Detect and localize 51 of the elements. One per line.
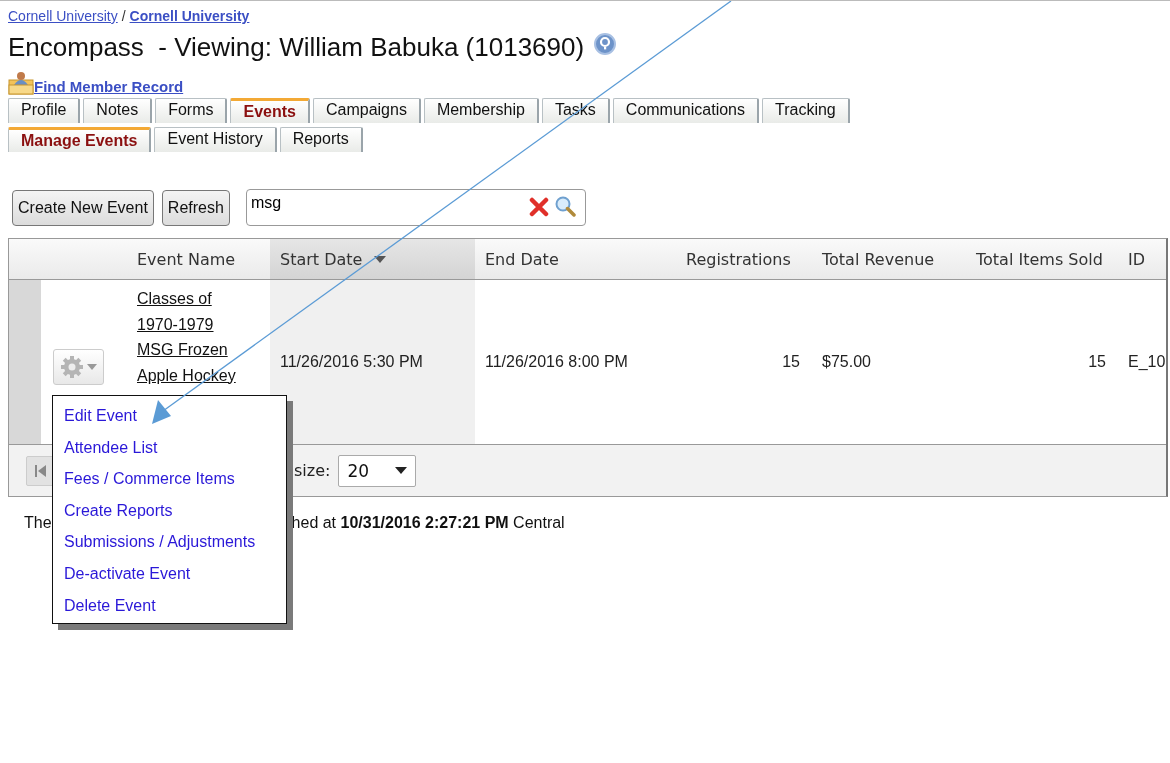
tab[interactable]: Forms (155, 98, 228, 123)
tab[interactable]: Profile (8, 98, 81, 123)
footer-note: hed at 10/31/2016 2:27:21 PM Central (291, 514, 565, 532)
menu-item[interactable]: Attendee List (64, 435, 286, 460)
column-header[interactable]: Registrations (686, 249, 791, 269)
folder-person-icon (8, 71, 34, 95)
breadcrumb-separator: / (121, 8, 126, 24)
menu-item[interactable]: Fees / Commerce Items (64, 467, 286, 491)
tab[interactable]: Campaigns (312, 98, 421, 123)
tab[interactable]: Tracking (762, 98, 850, 123)
menu-item[interactable]: Submissions / Adjustments (64, 530, 286, 554)
subtab[interactable]: Manage Events (8, 127, 152, 152)
column-header[interactable]: Event Name (137, 249, 236, 269)
table-cell: 15 (782, 353, 800, 371)
table-cell: E_10 (1128, 353, 1166, 371)
menu-item[interactable]: De-activate Event (64, 561, 286, 586)
page-title: Encompass - Viewing: William Babuka (1013690) (8, 32, 585, 63)
tab[interactable]: Events (230, 98, 310, 123)
toolbar-button[interactable]: Refresh (161, 189, 230, 226)
table-cell: 15 (1088, 353, 1106, 371)
breadcrumb-link[interactable]: Cornell University (129, 8, 250, 24)
subtab[interactable]: Event History (154, 127, 277, 152)
column-header[interactable]: Total Revenue (822, 249, 935, 269)
menu-item[interactable]: Edit Event (64, 404, 286, 428)
search-icon[interactable] (553, 195, 576, 217)
table-cell: $75.00 (822, 353, 871, 371)
toolbar-button[interactable]: Create New Event (12, 189, 154, 226)
subtab[interactable]: Reports (279, 127, 363, 152)
page-size-label: size: (294, 461, 331, 480)
menu-item[interactable]: Create Reports (64, 498, 286, 523)
column-header[interactable]: End Date (485, 249, 559, 269)
table-cell: 11/26/2016 5:30 PM (280, 353, 423, 371)
first-page-icon (34, 462, 48, 479)
gear-menu-button[interactable] (53, 349, 104, 385)
page-size-dropdown[interactable]: 20 (338, 454, 417, 487)
caret-icon (395, 467, 408, 474)
find-member-link[interactable]: Find Member Record (34, 78, 184, 95)
table-cell: 11/26/2016 8:00 PM (485, 353, 628, 371)
tab[interactable]: Communications (612, 98, 759, 123)
tab[interactable]: Membership (423, 98, 539, 123)
tab[interactable]: Notes (83, 98, 153, 123)
clear-icon[interactable] (528, 197, 549, 217)
sort-caret-icon[interactable] (374, 255, 387, 263)
help-icon[interactable] (594, 32, 617, 55)
caret-icon (87, 364, 97, 370)
column-header[interactable]: ID (1128, 249, 1146, 269)
footer-note: The (24, 514, 52, 532)
search-field[interactable]: msg (245, 189, 586, 226)
breadcrumb-link[interactable]: Cornell University (8, 8, 118, 24)
column-header[interactable]: Total Items Sold (976, 249, 1103, 269)
menu-item[interactable]: Delete Event (64, 593, 286, 618)
